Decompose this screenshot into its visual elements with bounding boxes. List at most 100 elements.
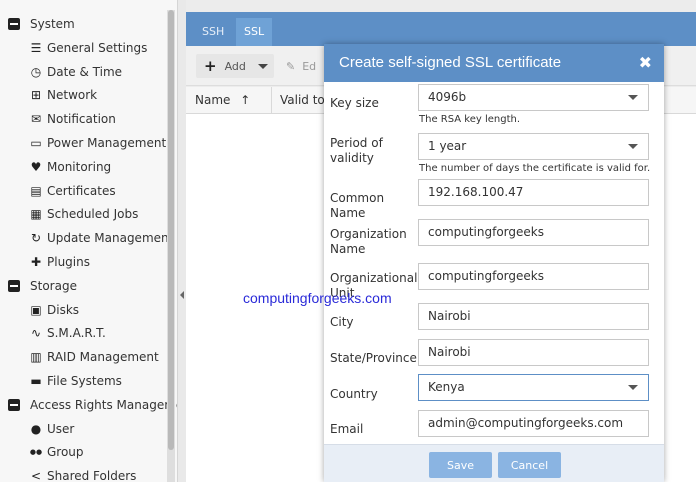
- sidebar-item-notification[interactable]: ✉ Notification: [0, 108, 116, 130]
- sidebar-item-s-m-a-r-t[interactable]: ∿ S.M.A.R.T.: [0, 322, 106, 344]
- tab-ssl[interactable]: SSL: [236, 18, 273, 46]
- sidebar-label: Network: [47, 88, 98, 103]
- dialog-title: Create self-signed SSL certificate: [339, 54, 562, 71]
- sidebar-scrollbar-thumb[interactable]: [168, 10, 174, 450]
- sidebar-label: Scheduled Jobs: [47, 207, 139, 222]
- city-input[interactable]: Nairobi: [418, 303, 649, 330]
- sidebar-item-certificates[interactable]: ▤ Certificates: [0, 180, 115, 202]
- common-name-label: Common Name: [330, 191, 385, 220]
- sidebar-label: S.M.A.R.T.: [47, 326, 106, 341]
- sidebar-label: Shared Folders: [47, 469, 137, 482]
- save-button[interactable]: Save: [429, 452, 492, 478]
- sidebar-item-date-time[interactable]: ◷ Date & Time: [0, 61, 122, 83]
- battery-icon: ▭: [30, 136, 42, 150]
- dialog-body: Key size 4096b The RSA key length. Perio…: [324, 82, 664, 444]
- collapse-toggle-icon[interactable]: [8, 398, 20, 411]
- organization-name-input[interactable]: computingforgeeks: [418, 219, 649, 246]
- sidebar-group-access-rights-management[interactable]: Access Rights Management: [0, 394, 177, 416]
- puzzle-icon: ✚: [30, 255, 42, 269]
- sidebar-label: User: [47, 421, 75, 436]
- clock-icon: ◷: [30, 64, 42, 79]
- sidebar-label: Power Management: [47, 136, 167, 150]
- country-label: Country: [330, 387, 378, 401]
- sidebar-item-disks[interactable]: ▣ Disks: [0, 299, 79, 321]
- sidebar-item-network[interactable]: ⊞ Network: [0, 84, 97, 106]
- email-label: Email: [330, 422, 364, 436]
- collapse-toggle-icon[interactable]: [8, 279, 20, 292]
- key-size-select[interactable]: 4096b: [418, 84, 649, 111]
- sidebar-label: Disks: [47, 302, 80, 317]
- sidebar-item-monitoring[interactable]: ♥ Monitoring: [0, 156, 112, 178]
- plus-icon: +: [204, 57, 217, 75]
- group-icon: ●●: [29, 448, 43, 457]
- raid-icon: ▥: [30, 350, 42, 365]
- sidebar-group-system[interactable]: System: [0, 13, 75, 35]
- organization-name-label: Organization Name: [330, 227, 407, 256]
- watermark: computingforgeeks.com: [243, 290, 392, 306]
- add-button-label: Add: [224, 59, 246, 73]
- sidebar-label: Notification: [47, 112, 116, 127]
- sidebar-item-update-management[interactable]: ↻ Update Management: [0, 227, 173, 249]
- pencil-icon: ✎: [286, 59, 296, 73]
- dialog-footer: Save Cancel: [324, 444, 664, 482]
- sidebar-item-plugins[interactable]: ✚ Plugins: [0, 251, 90, 273]
- email-input[interactable]: admin@computingforgeeks.com: [418, 410, 649, 437]
- common-name-input[interactable]: 192.168.100.47: [418, 179, 649, 206]
- chevron-down-icon[interactable]: [258, 64, 268, 69]
- sidebar-nav: System ☰ General Settings ◷ Date & Time ⊞ Netw…: [0, 0, 178, 482]
- tab-bar: SSH SSL: [186, 12, 696, 46]
- state-province-label: State/Province: [330, 351, 417, 365]
- panel-splitter[interactable]: [178, 0, 186, 482]
- close-icon[interactable]: ✖: [639, 53, 652, 72]
- heartbeat-icon: ♥: [30, 159, 42, 174]
- sidebar-item-user[interactable]: ● User: [0, 418, 75, 440]
- sort-asc-icon: ↑: [240, 93, 251, 107]
- sidebar-label: System: [30, 17, 75, 31]
- sidebar-scrollbar[interactable]: [167, 10, 175, 482]
- edit-button[interactable]: ✎ Ed: [286, 54, 316, 78]
- envelope-icon: ✉: [30, 112, 42, 127]
- country-select[interactable]: Kenya: [418, 374, 649, 401]
- state-province-input[interactable]: Nairobi: [418, 339, 649, 366]
- validity-period-select[interactable]: 1 year: [418, 133, 649, 160]
- pulse-icon: ∿: [30, 326, 42, 341]
- column-header-name[interactable]: Name ↑: [195, 87, 250, 114]
- tab-ssh[interactable]: SSH: [194, 18, 232, 46]
- calendar-icon: ▦: [30, 207, 42, 222]
- sidebar-label: Access Rights Management: [30, 397, 177, 412]
- cancel-button[interactable]: Cancel: [498, 452, 561, 478]
- sidebar-item-file-systems[interactable]: ▬ File Systems: [0, 370, 122, 392]
- network-icon: ⊞: [30, 88, 42, 103]
- sidebar-label: Date & Time: [47, 64, 123, 79]
- sidebar-item-shared-folders[interactable]: < Shared Folders: [0, 465, 136, 482]
- folder-icon: ▬: [30, 374, 42, 388]
- collapse-toggle-icon[interactable]: [8, 18, 20, 30]
- key-size-label: Key size: [330, 96, 379, 110]
- edit-button-label: Ed: [302, 59, 317, 73]
- column-divider[interactable]: [271, 87, 272, 114]
- organizational-unit-input[interactable]: computingforgeeks: [418, 263, 649, 290]
- sidebar-label: Group: [47, 445, 84, 460]
- sidebar-item-scheduled-jobs[interactable]: ▦ Scheduled Jobs: [0, 203, 138, 225]
- disk-icon: ▣: [30, 302, 42, 317]
- certificate-icon: ▤: [30, 183, 42, 198]
- create-certificate-dialog: Create self-signed SSL certificate ✖ Key…: [324, 44, 664, 482]
- sidebar-label: RAID Management: [47, 350, 159, 365]
- sidebar-item-group[interactable]: ●● Group: [0, 441, 84, 463]
- sliders-icon: ☰: [30, 40, 42, 55]
- user-icon: ●: [30, 421, 42, 436]
- key-size-help: The RSA key length.: [419, 114, 521, 125]
- collapse-arrow-icon[interactable]: [180, 291, 184, 299]
- validity-period-help: The number of days the certificate is va…: [419, 163, 651, 174]
- sidebar-item-power-management[interactable]: ▭ Power Management: [0, 132, 166, 154]
- sidebar-item-general-settings[interactable]: ☰ General Settings: [0, 37, 148, 59]
- sidebar-group-storage[interactable]: Storage: [0, 275, 77, 297]
- sidebar-item-raid-management[interactable]: ▥ RAID Management: [0, 346, 159, 368]
- column-header-valid-to[interactable]: Valid to: [280, 87, 325, 114]
- dialog-header: Create self-signed SSL certificate ✖: [324, 44, 664, 82]
- share-icon: <: [30, 469, 42, 482]
- sidebar-label: General Settings: [47, 40, 148, 55]
- add-button[interactable]: + Add: [196, 54, 274, 78]
- city-label: City: [330, 315, 354, 329]
- sidebar-label: Storage: [30, 278, 77, 293]
